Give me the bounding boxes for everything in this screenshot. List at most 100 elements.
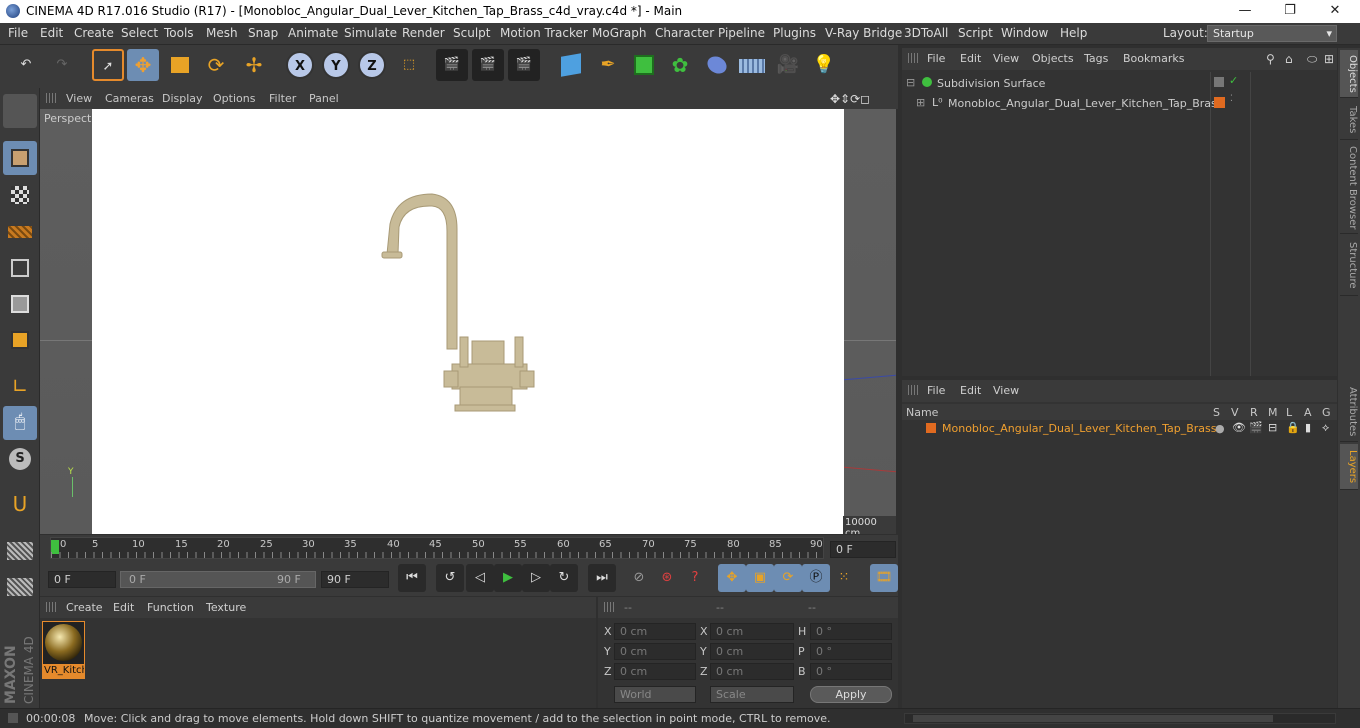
frame-range-slider[interactable]: 0 F 90 F	[120, 571, 316, 588]
subdivision-surface-icon[interactable]	[628, 49, 660, 81]
menu-simulate[interactable]: Simulate	[344, 26, 397, 40]
rotate-tool-icon[interactable]: ⟳	[200, 49, 232, 81]
model-mode-icon[interactable]	[3, 141, 37, 175]
tab-structure[interactable]: Structure	[1340, 236, 1358, 296]
material-menu-function[interactable]: Function	[147, 601, 194, 614]
object-menu-tags[interactable]: Tags	[1084, 52, 1108, 65]
position-y-field[interactable]: 0 cm	[614, 643, 696, 660]
object-row[interactable]: ⊟ Subdivision Surface ✓	[902, 74, 1337, 93]
size-x-field[interactable]: 0 cm	[710, 623, 794, 640]
position-x-field[interactable]: 0 cm	[614, 623, 696, 640]
material-thumbnail[interactable]: VR_Kitch	[42, 621, 85, 679]
arrow-icon[interactable]: ⬭	[1307, 52, 1317, 67]
visible-eye-icon[interactable]: 👁	[1232, 421, 1246, 434]
material-menu-texture[interactable]: Texture	[206, 601, 246, 614]
rotation-key-icon[interactable]: ⟳	[774, 564, 802, 592]
menu-mograph[interactable]: MoGraph	[592, 26, 647, 40]
menu-edit[interactable]: Edit	[40, 26, 63, 40]
deformer-icon[interactable]	[701, 49, 733, 81]
move-tool-icon[interactable]: ✥	[127, 49, 159, 81]
menu-plugins[interactable]: Plugins	[773, 26, 816, 40]
menu-3dtoall[interactable]: 3DToAll	[904, 26, 948, 40]
material-menu-create[interactable]: Create	[66, 601, 103, 614]
home-icon[interactable]: ⌂	[1285, 52, 1293, 66]
tab-content-browser[interactable]: Content Browser	[1340, 142, 1358, 234]
menu-sculpt[interactable]: Sculpt	[453, 26, 490, 40]
viewport-menu-cameras[interactable]: Cameras	[105, 92, 154, 105]
point-level-animation-icon[interactable]: ⁙	[830, 564, 858, 592]
scale-key-icon[interactable]: ▣	[746, 564, 774, 592]
z-axis-lock-icon[interactable]: Z	[356, 49, 388, 81]
rotation-h-field[interactable]: 0 °	[810, 623, 892, 640]
render-settings-icon[interactable]: 🎬	[508, 49, 540, 81]
point-mode-icon[interactable]	[3, 251, 37, 285]
viewport-menu-display[interactable]: Display	[162, 92, 203, 105]
tree-collapse-icon[interactable]: ⊟	[906, 76, 915, 89]
undo-icon[interactable]: ↶	[10, 49, 42, 81]
menu-window[interactable]: Window	[1001, 26, 1048, 40]
scrollbar-thumb[interactable]	[913, 715, 1273, 722]
next-key-icon[interactable]: ↻	[550, 564, 578, 592]
menu-character[interactable]: Character	[655, 26, 714, 40]
menu-tools[interactable]: Tools	[164, 26, 194, 40]
redo-icon[interactable]: ↷	[46, 49, 78, 81]
edge-mode-icon[interactable]	[3, 287, 37, 321]
tweak-mode-icon[interactable]: 🖱	[3, 406, 37, 440]
camera-icon[interactable]: 🎥	[772, 49, 804, 81]
go-to-end-icon[interactable]: ⏭	[588, 564, 616, 592]
snap-icon[interactable]: S	[3, 442, 37, 476]
magnet-icon[interactable]: U	[3, 488, 37, 522]
viewport-menu-view[interactable]: View	[66, 92, 92, 105]
texture-mode-icon[interactable]	[3, 178, 37, 212]
close-button[interactable]: ✕	[1312, 2, 1358, 22]
rotation-b-field[interactable]: 0 °	[810, 663, 892, 680]
previous-frame-icon[interactable]: ◁	[466, 564, 494, 592]
object-menu-objects[interactable]: Objects	[1032, 52, 1074, 65]
position-key-icon[interactable]: ✥	[718, 564, 746, 592]
scale-dropdown[interactable]: Scale	[710, 686, 794, 703]
generators-icon[interactable]: ⟡	[1322, 421, 1329, 435]
visibility-dots-icon[interactable]: ⁚	[1230, 94, 1233, 104]
lock-icon[interactable]: 🔒	[1286, 421, 1300, 434]
play-icon[interactable]: ▶	[494, 564, 522, 592]
x-axis-lock-icon[interactable]: X	[284, 49, 316, 81]
floor-scene-icon[interactable]	[736, 49, 768, 81]
timeline-window-icon[interactable]: 🎞	[870, 564, 898, 592]
viewport-menu-panel[interactable]: Panel	[309, 92, 339, 105]
coordinate-system-icon[interactable]: ⬚	[393, 49, 425, 81]
current-frame-field[interactable]: 0 F	[830, 541, 896, 558]
material-menu-edit[interactable]: Edit	[113, 601, 134, 614]
menu-select[interactable]: Select	[121, 26, 158, 40]
apply-button[interactable]: Apply	[810, 686, 892, 703]
tab-takes[interactable]: Takes	[1340, 100, 1358, 140]
mograph-cloner-icon[interactable]: ✿	[664, 49, 696, 81]
pen-spline-icon[interactable]: ✒	[592, 49, 624, 81]
light-bulb-icon[interactable]: 💡	[808, 49, 840, 81]
size-z-field[interactable]: 0 cm	[710, 663, 794, 680]
end-frame-field[interactable]: 90 F	[321, 571, 389, 588]
menu-mesh[interactable]: Mesh	[206, 26, 238, 40]
maximize-button[interactable]: ❐	[1267, 2, 1313, 22]
viewport-menu-options[interactable]: Options	[213, 92, 255, 105]
move-axis-icon[interactable]: ✢	[238, 49, 270, 81]
manager-icon[interactable]: ⊟	[1268, 421, 1277, 434]
minimize-button[interactable]: —	[1222, 2, 1268, 22]
layer-menu-edit[interactable]: Edit	[960, 384, 981, 397]
render-picture-viewer-icon[interactable]: 🎬	[472, 49, 504, 81]
parameter-key-icon[interactable]: Ⓟ	[802, 564, 830, 592]
horizontal-scrollbar[interactable]	[904, 713, 1336, 724]
start-frame-field[interactable]: 0 F	[48, 571, 116, 588]
tab-objects[interactable]: Objects	[1340, 50, 1358, 98]
keyframe-selection-icon[interactable]: ?	[681, 564, 709, 592]
render-view-icon[interactable]: 🎬	[436, 49, 468, 81]
object-menu-bookmarks[interactable]: Bookmarks	[1123, 52, 1184, 65]
scale-tool-icon[interactable]	[164, 49, 196, 81]
timeline[interactable]: 0 5 10 15 20 25 30 35 40 45 50 55 60 65 …	[40, 535, 898, 563]
world-dropdown[interactable]: World	[614, 686, 696, 703]
size-y-field[interactable]: 0 cm	[710, 643, 794, 660]
enabled-check-icon[interactable]: ✓	[1229, 74, 1238, 87]
polygon-mode-icon[interactable]	[3, 323, 37, 357]
viewport-navigation-icon[interactable]: ✥⇕⟳◻	[830, 92, 870, 106]
workplane-lock-icon[interactable]	[3, 534, 37, 568]
menu-help[interactable]: Help	[1060, 26, 1087, 40]
